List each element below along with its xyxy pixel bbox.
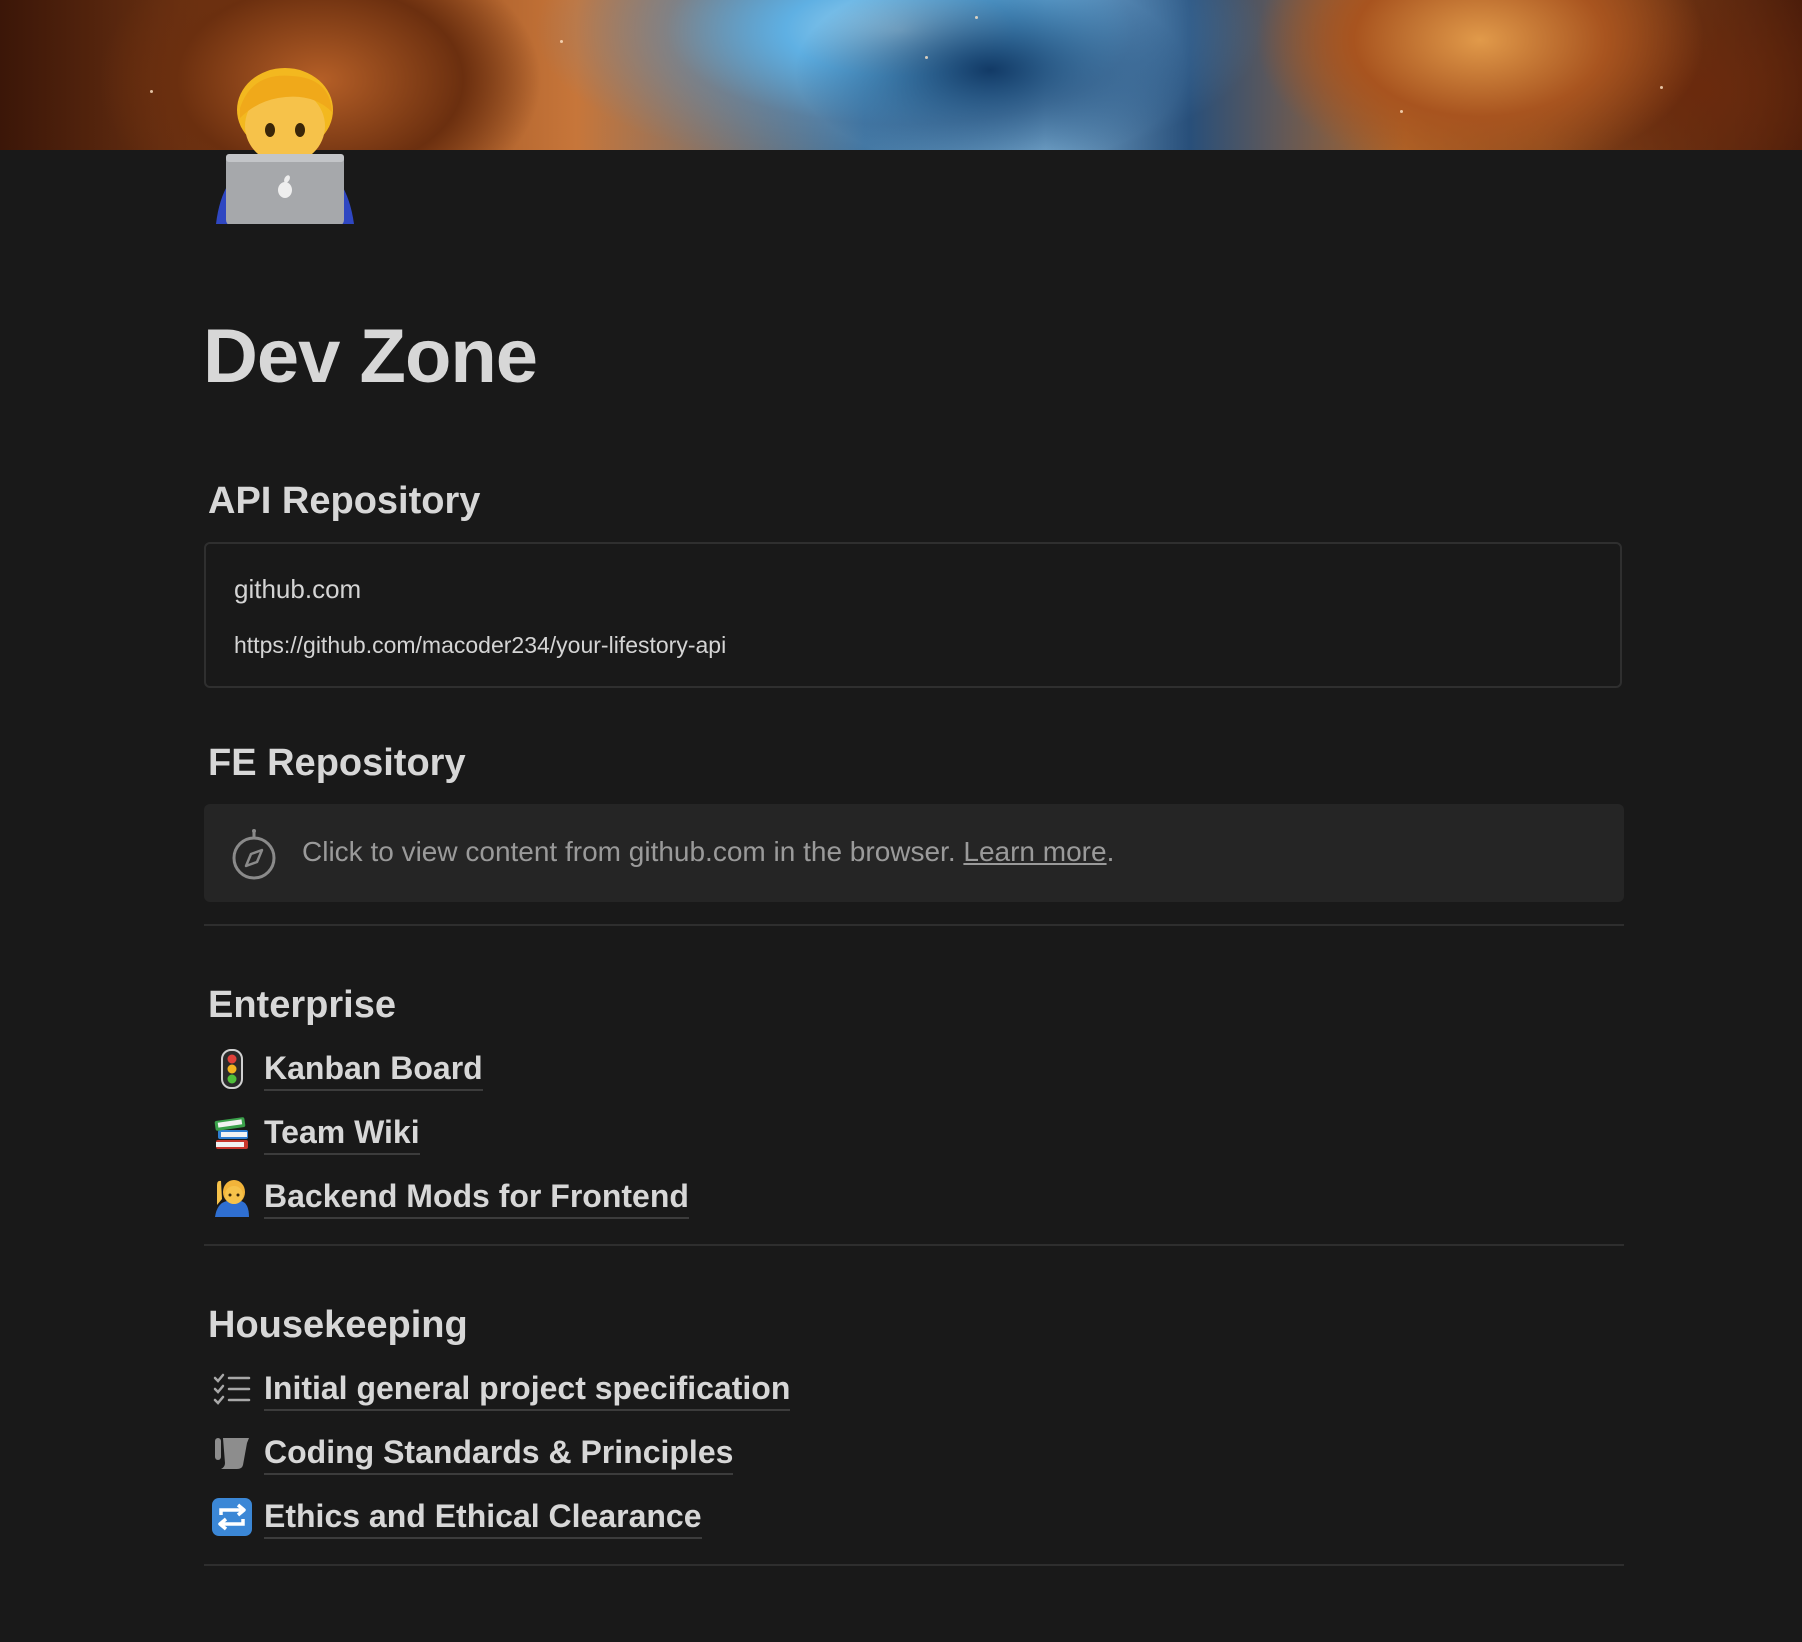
page-link-label[interactable]: Initial general project specification: [264, 1368, 791, 1411]
bookmark-title: github.com: [234, 574, 362, 604]
compass-icon: [230, 828, 278, 880]
bookmark-url: https://github.com/macoder234/your-lifes…: [234, 632, 727, 658]
learn-more-link[interactable]: Learn more: [963, 836, 1106, 867]
page-link-team-wiki[interactable]: Team Wiki: [210, 1107, 420, 1159]
scroll-icon: [210, 1431, 254, 1475]
divider: [204, 1244, 1624, 1246]
embed-message: Click to view content from github.com in…: [302, 836, 1114, 868]
embed-fe-repository[interactable]: Click to view content from github.com in…: [204, 804, 1624, 902]
heading-enterprise: Enterprise: [208, 984, 396, 1026]
page-link-project-specification[interactable]: Initial general project specification: [210, 1363, 791, 1415]
page-link-coding-standards[interactable]: Coding Standards & Principles: [210, 1427, 734, 1479]
page-link-label[interactable]: Coding Standards & Principles: [264, 1432, 734, 1475]
repeat-icon: [210, 1495, 254, 1539]
embed-trail: .: [1106, 836, 1115, 867]
person-raising-hand-icon: [210, 1175, 254, 1219]
divider: [204, 924, 1624, 926]
heading-housekeeping: Housekeeping: [208, 1304, 468, 1346]
technologist-laptop-icon[interactable]: [212, 68, 358, 226]
checklist-icon: [210, 1367, 254, 1411]
heading-api-repository: API Repository: [208, 480, 481, 522]
divider: [204, 1564, 1624, 1566]
page-title[interactable]: Dev Zone: [203, 312, 538, 402]
page-link-label[interactable]: Kanban Board: [264, 1048, 483, 1091]
heading-fe-repository: FE Repository: [208, 742, 466, 784]
page-link-label[interactable]: Ethics and Ethical Clearance: [264, 1496, 702, 1539]
page-link-label[interactable]: Team Wiki: [264, 1112, 420, 1155]
traffic-light-icon: [210, 1047, 254, 1091]
bookmark-api-repository[interactable]: github.com https://github.com/macoder234…: [204, 542, 1622, 688]
books-icon: [210, 1111, 254, 1155]
page-link-ethics-clearance[interactable]: Ethics and Ethical Clearance: [210, 1491, 702, 1543]
page-link-backend-mods[interactable]: Backend Mods for Frontend: [210, 1171, 689, 1223]
page-link-label[interactable]: Backend Mods for Frontend: [264, 1176, 689, 1219]
embed-text: Click to view content from github.com in…: [302, 836, 964, 867]
page-link-kanban-board[interactable]: Kanban Board: [210, 1043, 483, 1095]
notion-page: Dev Zone API Repository github.com https…: [0, 0, 1802, 1642]
